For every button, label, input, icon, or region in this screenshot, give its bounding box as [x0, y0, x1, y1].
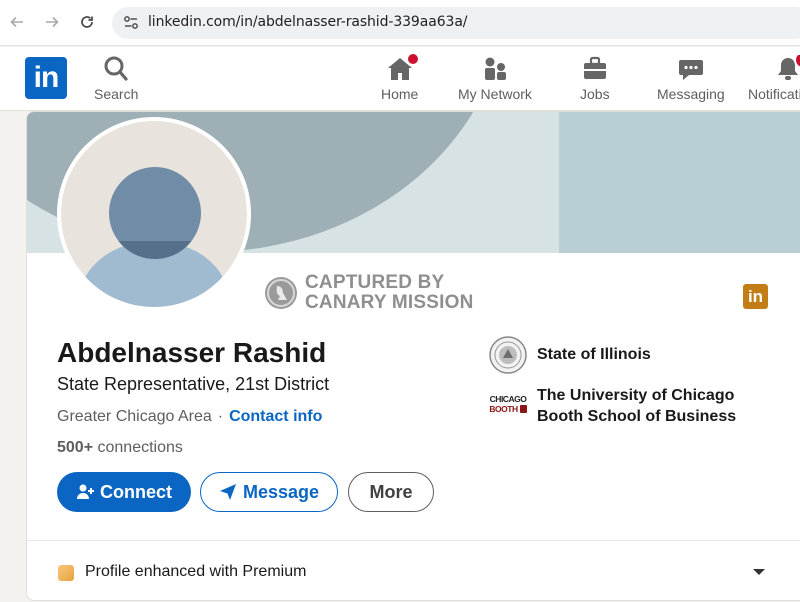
- linkedin-logo[interactable]: in: [25, 57, 67, 99]
- avatar-placeholder: [61, 121, 247, 307]
- nav-home-label: Home: [381, 86, 419, 102]
- nav-my-network-label: My Network: [458, 86, 532, 102]
- booth-shield-icon: [519, 405, 527, 413]
- connect-button[interactable]: Connect: [57, 472, 191, 512]
- nav-jobs[interactable]: Jobs: [580, 55, 610, 107]
- illinois-seal-icon: [489, 336, 527, 374]
- experience-1-name: State of Illinois: [537, 346, 651, 363]
- connections-label: connections: [97, 439, 183, 456]
- premium-banner[interactable]: Profile enhanced with Premium: [27, 540, 800, 600]
- watermark-line-2: CANARY MISSION: [305, 292, 474, 313]
- search-icon: [102, 55, 130, 83]
- bell-icon: 2: [774, 55, 800, 83]
- linkedin-premium-badge: in: [743, 284, 768, 309]
- network-icon: [481, 55, 509, 83]
- connect-label: Connect: [100, 481, 172, 502]
- nav-my-network[interactable]: My Network: [458, 55, 532, 107]
- contact-info-link[interactable]: Contact info: [229, 408, 322, 425]
- more-label: More: [369, 481, 413, 502]
- add-person-icon: [76, 483, 94, 501]
- profile-headline: State Representative, 21st District: [57, 374, 330, 394]
- experience-state-of-illinois[interactable]: State of Illinois: [489, 336, 651, 374]
- separator: ·: [217, 408, 224, 425]
- premium-label: Profile enhanced with Premium: [85, 563, 307, 580]
- watermark-line-1: CAPTURED BY: [305, 272, 445, 293]
- send-icon: [219, 483, 237, 501]
- home-icon: [386, 52, 420, 83]
- education-chicago-booth[interactable]: CHICAGO BOOTH The University of Chicago …: [489, 385, 736, 427]
- education-line-2: Booth School of Business: [537, 408, 737, 425]
- messaging-icon: [677, 55, 705, 83]
- booth-logo-line2: BOOTH: [489, 404, 518, 414]
- profile-name: Abdelnasser Rashid: [57, 337, 327, 368]
- profile-location: Greater Chicago Area: [57, 408, 212, 425]
- booth-logo-line1: CHICAGO: [489, 394, 527, 404]
- nav-messaging[interactable]: Messaging: [657, 55, 725, 107]
- forward-arrow-icon: [46, 16, 59, 28]
- reload-button[interactable]: [76, 11, 98, 33]
- page-background: [0, 111, 26, 602]
- browser-toolbar: linkedin.com/in/abdelnasser-rashid-339aa…: [0, 0, 800, 46]
- canary-mission-watermark: CAPTURED BY CANARY MISSION: [265, 273, 474, 313]
- nav-jobs-label: Jobs: [580, 86, 610, 102]
- chevron-down-icon[interactable]: [752, 567, 766, 577]
- nav-search[interactable]: Search: [94, 55, 138, 107]
- nav-notifications[interactable]: 2 Notifications: [748, 55, 800, 107]
- nav-search-label: Search: [94, 86, 139, 102]
- url-text: linkedin.com/in/abdelnasser-rashid-339aa…: [148, 14, 468, 30]
- connections-row[interactable]: 500+ connections: [57, 439, 183, 457]
- canary-mission-logo-icon: [265, 277, 297, 309]
- nav-notifications-label: Notifications: [748, 86, 800, 102]
- back-arrow-icon: [10, 16, 23, 28]
- connections-count: 500+: [57, 439, 94, 456]
- profile-card: CAPTURED BY CANARY MISSION in Abdelnasse…: [26, 111, 800, 601]
- home-notification-dot: [405, 52, 420, 66]
- nav-messaging-label: Messaging: [657, 86, 725, 102]
- nav-home[interactable]: Home: [381, 52, 420, 107]
- profile-avatar[interactable]: [57, 117, 251, 311]
- education-line-1: The University of Chicago: [537, 387, 735, 404]
- location-row: Greater Chicago Area · Contact info: [57, 408, 322, 426]
- reload-icon: [81, 16, 93, 28]
- more-button[interactable]: More: [348, 472, 434, 512]
- address-bar[interactable]: linkedin.com/in/abdelnasser-rashid-339aa…: [112, 7, 800, 39]
- briefcase-icon: [581, 55, 609, 83]
- back-button[interactable]: [6, 11, 28, 33]
- message-label: Message: [242, 481, 320, 502]
- site-info-icon[interactable]: [122, 14, 140, 32]
- linkedin-header: in Search Home My Network Jobs Messaging: [0, 47, 800, 111]
- forward-button[interactable]: [41, 11, 63, 33]
- chicago-booth-logo: CHICAGO BOOTH: [489, 385, 527, 423]
- message-button[interactable]: Message: [200, 472, 338, 512]
- premium-icon: [58, 565, 74, 581]
